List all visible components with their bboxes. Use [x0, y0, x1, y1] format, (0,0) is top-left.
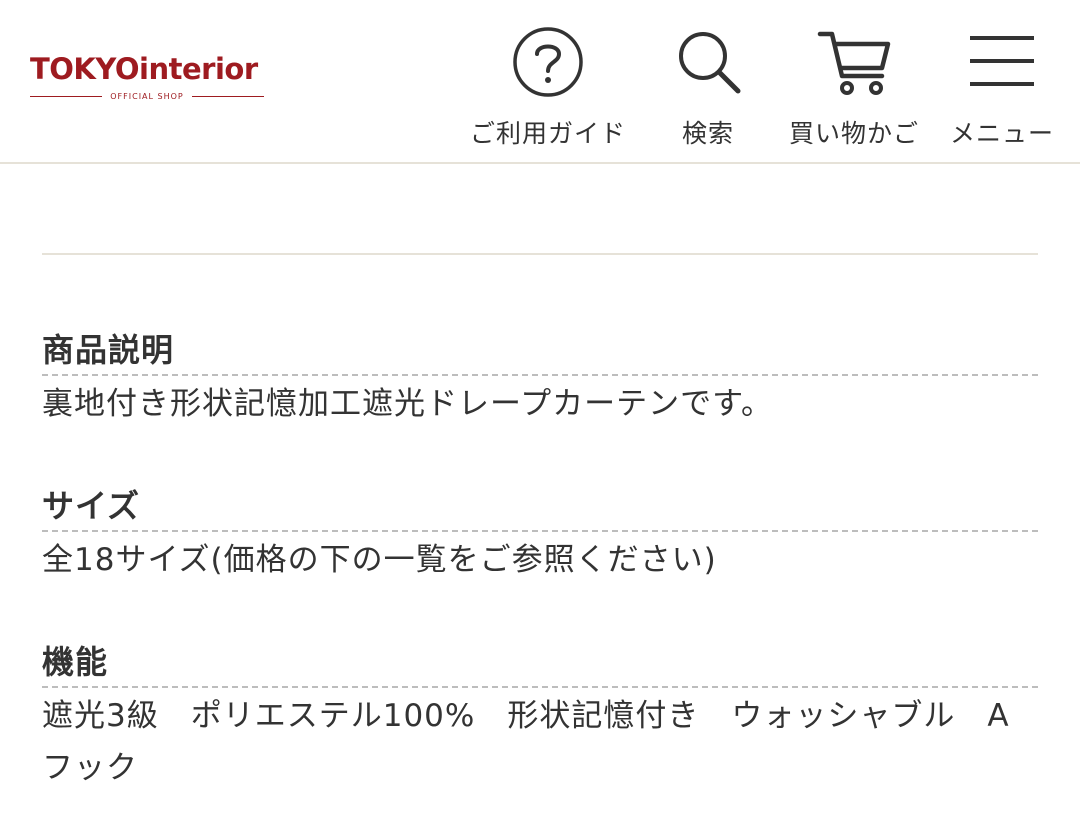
- tokyo-interior-logo[interactable]: TOKYOinterior OFFICIAL SHOP: [30, 52, 264, 104]
- nav-cart-button[interactable]: 買い物かご: [780, 24, 928, 152]
- cart-icon: [817, 31, 891, 95]
- section-body-size: 全18サイズ(価格の下の一覧をご参照ください): [42, 542, 717, 578]
- logo-official-shop: OFFICIAL SHOP: [110, 91, 184, 101]
- help-circle-icon: [513, 27, 583, 97]
- search-icon: [679, 32, 741, 94]
- logo-interior-text: interior: [139, 52, 258, 86]
- logo-rule-left: [30, 95, 103, 97]
- nav-guide-label: ご利用ガイド: [469, 119, 626, 148]
- content-divider: [42, 253, 1038, 255]
- section-title-description: 商品説明: [42, 330, 1038, 376]
- product-features-section: 機能 遮光3級 ポリエステル100% 形状記憶付き ウォッシャブル Aフック: [42, 642, 1038, 794]
- product-description-section: 商品説明 裏地付き形状記憶加工遮光ドレープカーテンです。: [42, 330, 1038, 430]
- logo-wordmark: TOKYOinterior: [30, 52, 258, 86]
- logo-tokyo-text: TOKYO: [30, 52, 140, 86]
- section-body-description: 裏地付き形状記憶加工遮光ドレープカーテンです。: [42, 386, 774, 422]
- logo-subline: OFFICIAL SHOP: [30, 90, 264, 102]
- product-size-section: サイズ 全18サイズ(価格の下の一覧をご参照ください): [42, 486, 1038, 586]
- hamburger-menu-icon: [970, 36, 1034, 86]
- nav-cart-label: 買い物かご: [788, 119, 919, 148]
- nav-guide-button[interactable]: ご利用ガイド: [458, 24, 638, 152]
- section-title-size: サイズ: [42, 486, 1038, 532]
- nav-menu-button[interactable]: メニュー: [942, 24, 1062, 152]
- nav-search-button[interactable]: 検索: [663, 24, 753, 152]
- section-body-features: 遮光3級 ポリエステル100% 形状記憶付き ウォッシャブル Aフック: [42, 698, 1010, 786]
- section-title-features: 機能: [42, 642, 1038, 688]
- site-header: TOKYOinterior OFFICIAL SHOP ご利用ガイド 検索 買い…: [0, 0, 1080, 164]
- nav-menu-label: メニュー: [949, 119, 1054, 148]
- nav-search-label: 検索: [681, 119, 734, 148]
- logo-rule-right: [191, 95, 264, 97]
